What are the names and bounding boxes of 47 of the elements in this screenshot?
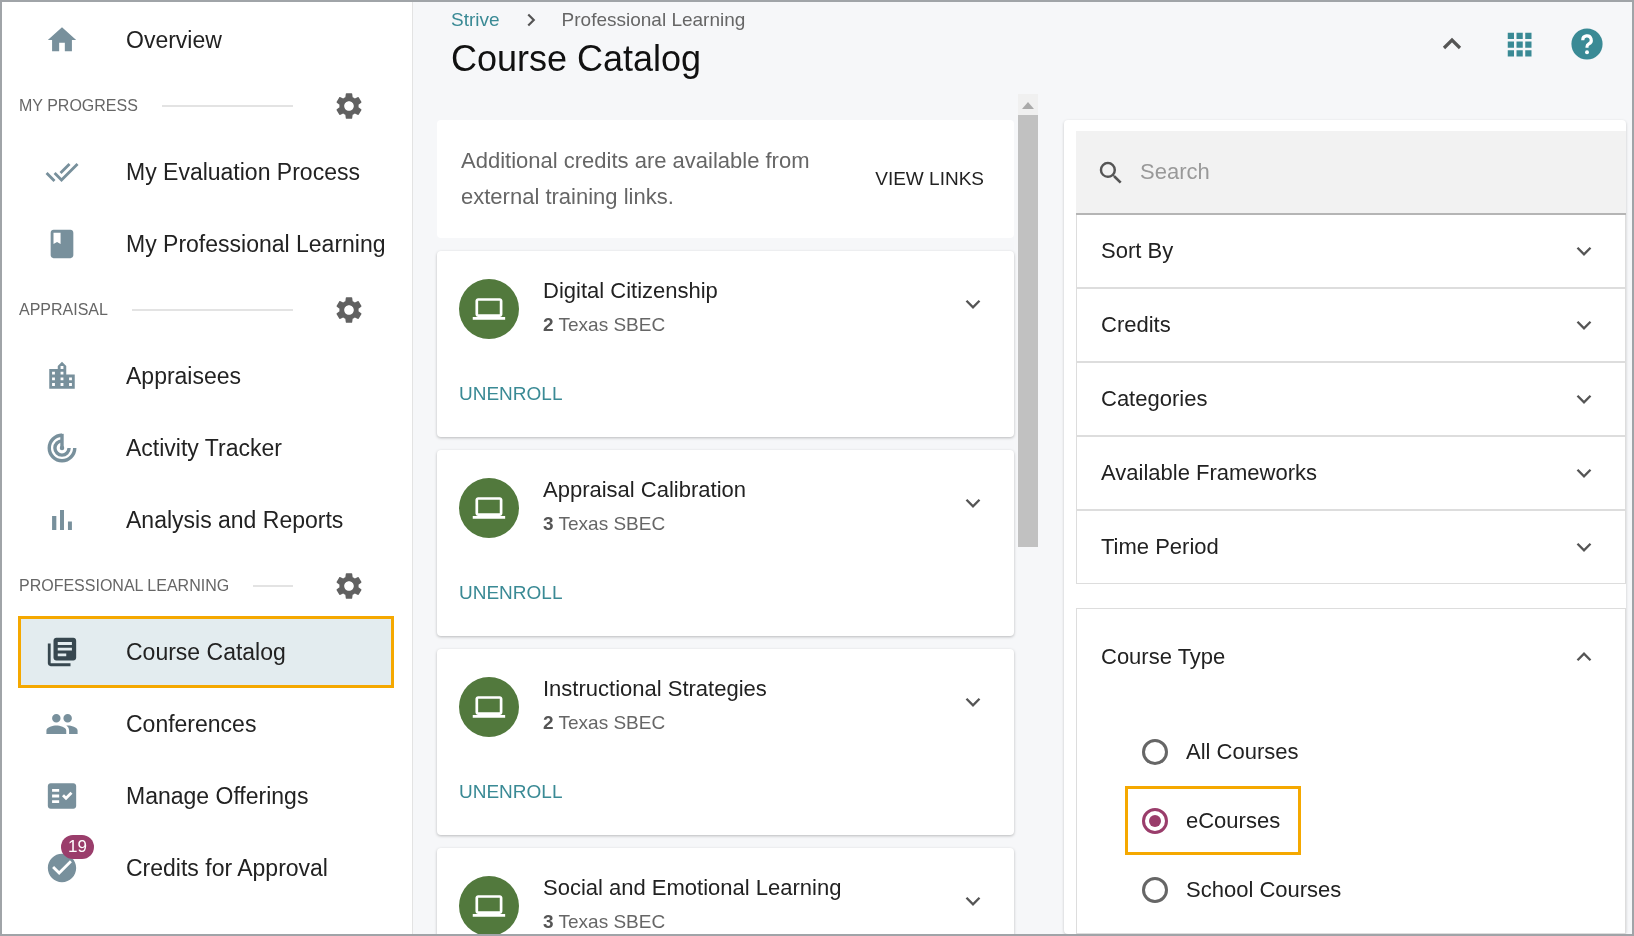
filter-dropdown[interactable]: Available Frameworks (1077, 437, 1625, 511)
course-credits: 2 Texas SBEC (543, 712, 667, 734)
nav-item[interactable]: Manage Offerings (18, 760, 394, 832)
nav-item[interactable]: Overview (18, 4, 394, 76)
nav-item[interactable]: My Evaluation Process (18, 136, 394, 208)
notice-text: Additional credits are available from external training links. (461, 147, 811, 211)
nav-item[interactable]: 19 Credits for Approval (18, 832, 394, 904)
radio-button[interactable] (1142, 738, 1168, 765)
target-icon (45, 431, 79, 465)
view-links-button[interactable]: VIEW LINKS (875, 168, 984, 190)
unenroll-button[interactable]: UNENROLL (459, 781, 563, 803)
filter-dropdown[interactable]: Credits (1077, 289, 1625, 363)
course-credits: 2 Texas SBEC (543, 314, 667, 336)
laptop-icon (459, 478, 519, 538)
unenroll-button[interactable]: UNENROLL (459, 582, 563, 604)
nav-item[interactable]: Activity Tracker (18, 412, 394, 484)
search-field[interactable]: Search (1076, 131, 1626, 215)
books-icon (45, 635, 79, 669)
nav-item[interactable]: Conferences (18, 688, 394, 760)
nav-item[interactable]: Analysis and Reports (18, 484, 394, 556)
course-credits: 3 Texas SBEC (543, 513, 667, 535)
radio-button[interactable] (1142, 807, 1168, 834)
laptop-icon (459, 279, 519, 339)
filter-dropdown[interactable]: Time Period (1077, 511, 1625, 583)
nav-item[interactable]: Course Catalog (18, 616, 394, 688)
help-icon[interactable] (1570, 27, 1604, 61)
course-title: Digital Citizenship (543, 278, 719, 304)
nav-item[interactable]: My Professional Learning (18, 208, 394, 280)
count-badge: 19 (61, 835, 94, 859)
nav-item[interactable]: Appraisees (18, 340, 394, 412)
breadcrumb-link[interactable]: Strive (451, 9, 500, 31)
filter-dropdown[interactable]: Categories (1077, 363, 1625, 437)
course-title: Appraisal Calibration (543, 477, 747, 503)
filter-dropdown[interactable]: Sort By (1077, 215, 1625, 289)
section-heading: APPRAISAL (19, 301, 108, 319)
breadcrumb-current: Professional Learning (561, 9, 746, 31)
unenroll-button[interactable]: UNENROLL (459, 383, 563, 405)
course-title: Social and Emotional Learning (543, 875, 843, 901)
radio-button[interactable] (1142, 876, 1168, 903)
option-label[interactable]: School Courses (1186, 876, 1342, 903)
laptop-icon (459, 677, 519, 737)
section-heading: PROFESSIONAL LEARNING (19, 577, 230, 595)
course-credits: 3 Texas SBEC (543, 911, 667, 933)
option-label[interactable]: All Courses (1186, 738, 1299, 765)
page-title: Course Catalog (451, 38, 703, 80)
section-heading: MY PROGRESS (19, 97, 138, 115)
course-title: Instructional Strategies (543, 676, 768, 702)
